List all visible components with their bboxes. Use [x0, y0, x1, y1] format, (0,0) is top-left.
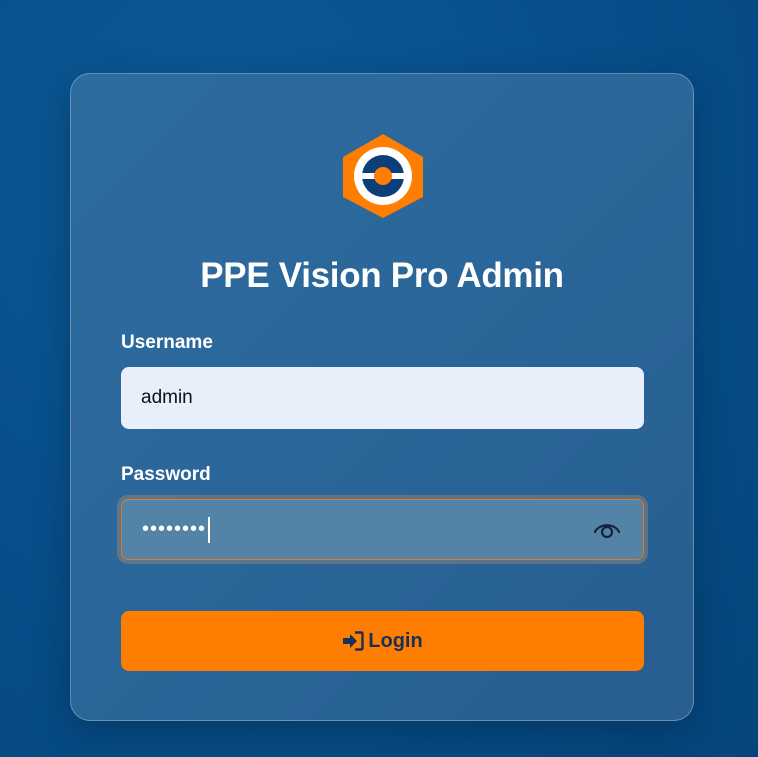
- login-card: PPE Vision Pro Admin Username admin Pass…: [70, 73, 694, 721]
- password-input[interactable]: ••••••••: [121, 499, 644, 560]
- password-masked-value: ••••••••: [142, 518, 207, 540]
- ppe-vision-logo-icon: [343, 134, 423, 218]
- text-caret: [208, 516, 210, 543]
- login-button[interactable]: Login: [121, 611, 644, 671]
- password-focus-ring: ••••••••: [117, 495, 648, 564]
- username-label: Username: [121, 332, 213, 353]
- password-label: Password: [121, 464, 211, 485]
- username-value: admin: [141, 387, 193, 408]
- sign-in-icon: [343, 631, 364, 651]
- login-button-label: Login: [368, 629, 423, 652]
- username-input[interactable]: admin: [121, 367, 644, 429]
- eye-icon[interactable]: [593, 518, 621, 542]
- page-title: PPE Vision Pro Admin: [200, 256, 564, 295]
